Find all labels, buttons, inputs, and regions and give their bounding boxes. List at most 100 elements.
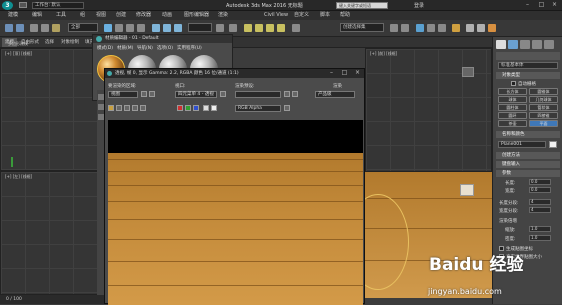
me-menu-options[interactable]: 选项(O) (157, 45, 173, 51)
scale-icon[interactable] (174, 24, 182, 32)
width-segs-spinner[interactable]: 4 (529, 207, 551, 213)
viewcube-icon[interactable] (462, 67, 474, 77)
me-menu-navigation[interactable]: 导航(N) (137, 45, 153, 51)
density-spinner[interactable]: 1.0 (529, 235, 551, 241)
auto-region-icon[interactable] (149, 91, 155, 97)
app-logo-icon[interactable]: 3 (2, 1, 13, 10)
menu-tools[interactable]: 工具 (56, 11, 66, 20)
select-object-icon[interactable] (104, 24, 112, 32)
render-mode-select[interactable]: 产品级 (315, 91, 355, 98)
minimize-icon[interactable]: – (325, 69, 338, 77)
menu-scripting[interactable]: 脚本 (320, 11, 330, 20)
workspace-select[interactable]: 工作台: 默认 (32, 2, 84, 9)
me-menu-mode[interactable]: 模式(D) (97, 45, 113, 51)
lock-viewport-icon[interactable] (220, 91, 226, 97)
render-setup-icon[interactable] (466, 24, 474, 32)
mirror-icon[interactable] (390, 24, 398, 32)
rotate-icon[interactable] (163, 24, 171, 32)
scale-spinner[interactable]: 1.0 (529, 226, 551, 232)
red-channel-icon[interactable] (177, 105, 183, 111)
menu-create[interactable]: 创建 (116, 11, 126, 20)
menu-graph-editors[interactable]: 图形编辑器 (184, 11, 209, 20)
manipulate-icon[interactable] (229, 24, 237, 32)
teapot-button[interactable]: 茶壶 (498, 120, 527, 127)
link-icon[interactable] (30, 24, 38, 32)
display-tab-icon[interactable] (544, 40, 554, 49)
percent-snap-icon[interactable] (266, 24, 274, 32)
login-link[interactable]: 登录 (414, 2, 424, 9)
minimize-icon[interactable]: – (521, 1, 534, 9)
modify-tab-icon[interactable] (508, 40, 518, 49)
edit-named-sets-icon[interactable] (292, 24, 300, 32)
tube-button[interactable]: 管状体 (529, 104, 558, 111)
align-icon[interactable] (401, 24, 409, 32)
menu-customize[interactable]: 自定义 (294, 11, 309, 20)
maximize-icon[interactable]: □ (338, 69, 351, 77)
rect-selection-icon[interactable] (126, 24, 134, 32)
move-icon[interactable] (152, 24, 160, 32)
window-crossing-icon[interactable] (137, 24, 145, 32)
viewport-select[interactable]: 四元菜单 4 - 透视 (175, 91, 217, 98)
torus-button[interactable]: 圆环 (498, 112, 527, 119)
box-button[interactable]: 长方体 (498, 88, 527, 95)
motion-tab-icon[interactable] (532, 40, 542, 49)
object-name-input[interactable]: Plane001 (498, 141, 546, 148)
menu-modifiers[interactable]: 修改器 (136, 11, 151, 20)
copy-image-icon[interactable] (116, 105, 122, 111)
viewport-label[interactable]: [+] [左] [线框] (5, 174, 32, 180)
curve-editor-icon[interactable] (427, 24, 435, 32)
object-color-swatch[interactable] (549, 141, 557, 148)
material-editor-icon[interactable] (452, 24, 460, 32)
env-effects-icon[interactable] (292, 91, 298, 97)
viewport-label[interactable]: [+] [顶] [线框] (5, 51, 32, 57)
alpha-channel-icon[interactable] (203, 105, 209, 111)
mono-icon[interactable] (211, 105, 217, 111)
maximize-icon[interactable]: □ (535, 1, 548, 9)
reference-coord-select[interactable] (188, 23, 212, 32)
clone-frame-icon[interactable] (124, 105, 130, 111)
undo-icon[interactable] (5, 24, 13, 32)
print-image-icon[interactable] (132, 105, 138, 111)
schematic-icon[interactable] (438, 24, 446, 32)
creation-method-header[interactable]: 创建方法 (496, 152, 560, 159)
me-menu-material[interactable]: 材质(M) (117, 45, 133, 51)
object-type-header[interactable]: 对象类型 (496, 72, 560, 79)
area-select[interactable]: 视图 (108, 91, 138, 98)
menu-civil-view[interactable]: Civil View (264, 11, 288, 20)
viewcube-icon[interactable] (460, 184, 474, 196)
width-spinner[interactable]: 0.0 (529, 187, 551, 193)
create-tab-icon[interactable] (496, 40, 506, 49)
me-menu-utilities[interactable]: 实用程序(U) (177, 45, 202, 51)
time-slider[interactable]: 0 / 100 (0, 295, 104, 304)
clear-icon[interactable] (140, 105, 146, 111)
menu-group[interactable]: 组 (80, 11, 85, 20)
viewport-left[interactable]: [+] [左] [线框] (0, 171, 98, 295)
toggle-ui-icon[interactable] (284, 105, 290, 111)
menu-animation[interactable]: 动画 (162, 11, 172, 20)
layer-explorer-icon[interactable] (416, 24, 424, 32)
blue-channel-icon[interactable] (193, 105, 199, 111)
viewport-front[interactable]: [+] [前] [线框] (365, 48, 492, 172)
close-icon[interactable]: × (548, 1, 561, 9)
pivot-icon[interactable] (216, 24, 224, 32)
selection-set-select[interactable]: 创建选择集 (340, 23, 384, 32)
ribbon-tab-object-paint[interactable]: 对象绘制 (58, 38, 82, 47)
geosphere-button[interactable]: 几何球体 (529, 96, 558, 103)
rendered-frame-icon[interactable] (477, 24, 485, 32)
length-spinner[interactable]: 0.0 (529, 179, 551, 185)
angle-snap-icon[interactable] (255, 24, 263, 32)
quick-access-icon[interactable] (19, 2, 27, 8)
name-color-header[interactable]: 名称和颜色 (496, 131, 560, 138)
length-segs-spinner[interactable]: 4 (529, 199, 551, 205)
search-input[interactable]: 键入关键字或短语 (336, 2, 388, 9)
pyramid-button[interactable]: 四棱锥 (529, 112, 558, 119)
close-icon[interactable]: × (351, 69, 364, 77)
hierarchy-tab-icon[interactable] (520, 40, 530, 49)
save-image-icon[interactable] (108, 105, 114, 111)
perspective-viewport-floor[interactable] (365, 172, 492, 298)
unlink-icon[interactable] (41, 24, 49, 32)
primitive-type-select[interactable]: 标准基本体 (498, 62, 558, 69)
edit-region-icon[interactable] (141, 91, 147, 97)
cylinder-button[interactable]: 圆柱体 (498, 104, 527, 111)
plane-button[interactable]: 平面 (529, 120, 558, 127)
